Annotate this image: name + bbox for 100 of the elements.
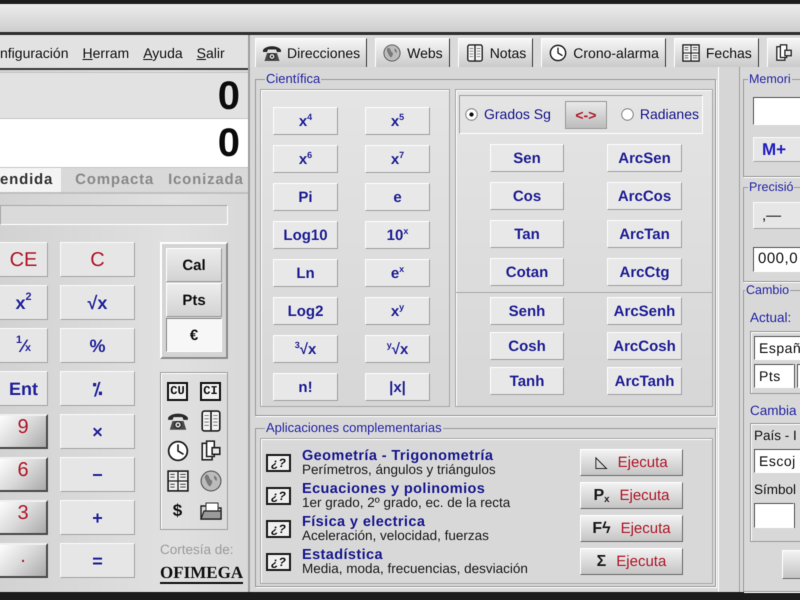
- run-button[interactable]: Σ Ejecuta: [580, 548, 683, 576]
- memory-field[interactable]: [753, 97, 800, 126]
- mode-button[interactable]: €: [166, 318, 222, 352]
- help-button[interactable]: ¿?: [266, 486, 291, 505]
- clock-icon: [548, 44, 568, 62]
- separator-button[interactable]: ,—: [753, 202, 800, 230]
- key-button[interactable]: Ent: [0, 371, 48, 406]
- function-button[interactable]: ArcCos: [607, 182, 682, 210]
- tab[interactable]: [766, 38, 800, 68]
- precision-field[interactable]: 000,0: [753, 247, 800, 272]
- app-title: Estadística: [302, 548, 384, 562]
- function-button[interactable]: $^{y}$√x: [365, 335, 430, 364]
- function-button[interactable]: Cosh: [490, 332, 564, 360]
- run-button[interactable]: Fϟ Ejecuta: [580, 515, 683, 542]
- key-button[interactable]: 9: [0, 414, 48, 449]
- help-button[interactable]: ¿?: [266, 520, 291, 538]
- calendar-icon[interactable]: [166, 470, 188, 492]
- tab[interactable]: Webs: [375, 38, 450, 68]
- function-button[interactable]: $^{3}$√x: [273, 335, 338, 364]
- key-button[interactable]: −: [60, 457, 135, 492]
- function-button[interactable]: 10$^{x}$: [365, 221, 430, 250]
- app-description: Aceleración, velocidad, fuerzas: [302, 528, 490, 543]
- folder-icon[interactable]: [200, 500, 222, 522]
- app-title: Física y electrica: [302, 514, 426, 529]
- tab[interactable]: Crono-alarma: [541, 38, 666, 68]
- function-button[interactable]: Log10: [273, 221, 338, 250]
- button[interactable]: [782, 550, 800, 579]
- menu-item[interactable]: Herram: [82, 44, 130, 62]
- function-button[interactable]: x$^{y}$: [365, 297, 430, 326]
- country-select[interactable]: Escoj: [754, 448, 800, 473]
- clock-icon[interactable]: [166, 440, 188, 462]
- tool-button[interactable]: CI: [200, 382, 221, 400]
- run-button[interactable]: ◺ Ejecuta: [580, 449, 683, 476]
- function-button[interactable]: Tan: [490, 220, 564, 248]
- menu-item[interactable]: Salir: [196, 44, 225, 62]
- group-title: Precisió: [748, 180, 794, 194]
- key-button[interactable]: C: [60, 242, 135, 277]
- function-button[interactable]: ArcCtg: [607, 258, 682, 286]
- logo: OFIMEGA: [160, 564, 244, 584]
- function-button[interactable]: ArcTan: [607, 220, 682, 248]
- key-button[interactable]: ⁒: [60, 371, 135, 406]
- function-button[interactable]: n!: [273, 373, 338, 402]
- tab[interactable]: Notas: [458, 38, 534, 68]
- function-button[interactable]: Cotan: [490, 258, 564, 286]
- help-button[interactable]: ¿?: [266, 552, 291, 571]
- field-label: Cambia: [750, 403, 798, 420]
- function-button[interactable]: Ln: [273, 259, 338, 288]
- function-button[interactable]: e$^{x}$: [365, 259, 430, 288]
- function-button[interactable]: ArcSenh: [607, 297, 682, 326]
- tab[interactable]: Direcciones: [255, 38, 368, 68]
- symbol-field[interactable]: [754, 503, 794, 528]
- currency-field[interactable]: Pts: [754, 364, 794, 388]
- view-tab[interactable]: endida: [0, 168, 62, 192]
- swap-button[interactable]: <->: [564, 100, 607, 129]
- function-button[interactable]: ArcCosh: [607, 332, 682, 360]
- menu-item[interactable]: nfiguración: [0, 44, 68, 62]
- menu-item[interactable]: Ayuda: [143, 44, 183, 62]
- function-button[interactable]: Tanh: [490, 367, 564, 396]
- key-button[interactable]: CE: [0, 242, 48, 277]
- key-button[interactable]: .: [0, 543, 48, 578]
- key-button[interactable]: ×: [60, 414, 135, 449]
- function-button[interactable]: Sen: [490, 144, 564, 172]
- country-field[interactable]: Españ: [754, 336, 800, 360]
- function-button[interactable]: x$^{7}$: [365, 145, 430, 174]
- function-button[interactable]: x$^{5}$: [365, 107, 430, 136]
- key-button[interactable]: =: [60, 543, 135, 578]
- memory-add-button[interactable]: M+: [753, 137, 800, 162]
- function-button[interactable]: |x|: [365, 373, 430, 402]
- document-icon: [774, 44, 794, 62]
- function-button[interactable]: Cos: [490, 182, 564, 210]
- function-button[interactable]: x$^{6}$: [273, 145, 338, 174]
- key-button[interactable]: %: [60, 328, 135, 363]
- tool-button[interactable]: CU: [167, 382, 188, 400]
- key-button[interactable]: +: [60, 500, 135, 535]
- globe-icon[interactable]: [200, 470, 222, 492]
- mode-button[interactable]: Cal: [166, 248, 222, 282]
- function-button[interactable]: ArcSen: [607, 144, 682, 172]
- run-button[interactable]: P$_{x}$ Ejecuta: [580, 482, 683, 510]
- function-button[interactable]: Pi: [273, 183, 338, 212]
- notebook-icon[interactable]: [200, 410, 222, 432]
- field-label: Actual:: [750, 310, 792, 326]
- function-button[interactable]: ArcTanh: [607, 367, 682, 396]
- tab[interactable]: Fechas: [674, 38, 759, 68]
- key-button[interactable]: 6: [0, 457, 48, 492]
- function-button[interactable]: Log2: [273, 297, 338, 326]
- function-button[interactable]: x$^{4}$: [273, 107, 338, 136]
- function-button[interactable]: e: [365, 183, 430, 212]
- tool-button[interactable]: $: [172, 501, 182, 521]
- key-button[interactable]: 3: [0, 500, 48, 535]
- radio-button[interactable]: Grados Sg: [465, 106, 551, 124]
- mode-button[interactable]: Pts: [166, 283, 222, 317]
- key-button[interactable]: √x: [60, 285, 135, 320]
- field-label: País - I: [754, 428, 798, 444]
- app-description: 1er grado, 2º grado, ec. de la recta: [302, 496, 512, 510]
- key-button[interactable]: x$^{2}$: [0, 285, 48, 320]
- document-icon[interactable]: [200, 440, 222, 462]
- function-button[interactable]: Senh: [490, 297, 564, 326]
- help-button[interactable]: ¿?: [266, 454, 291, 472]
- radio-button[interactable]: Radianes: [620, 106, 699, 124]
- group-title: Aplicaciones complementarias: [265, 421, 443, 436]
